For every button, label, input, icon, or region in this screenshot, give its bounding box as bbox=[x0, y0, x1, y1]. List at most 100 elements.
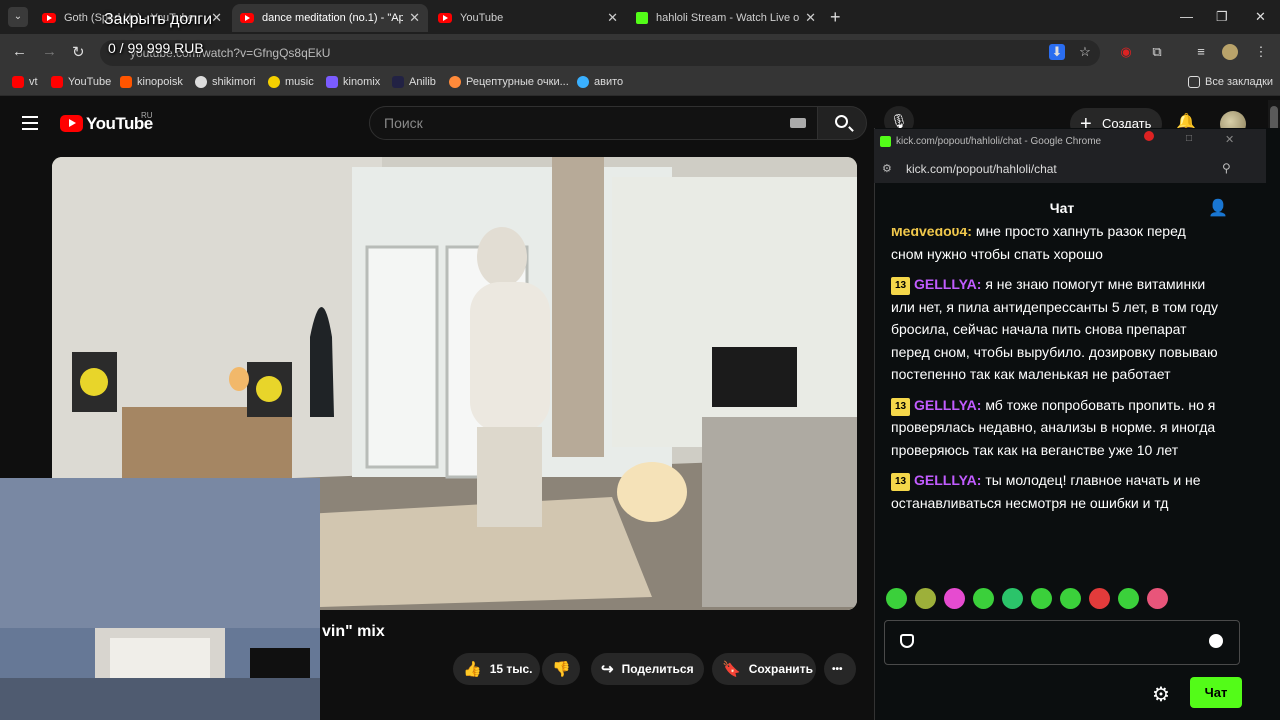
debt-goal-value: 0 / 99 999 RUB bbox=[108, 40, 204, 56]
bookmark-avito[interactable]: авито bbox=[577, 76, 623, 88]
search-icon bbox=[835, 115, 848, 128]
site-info-icon[interactable]: ⚙ bbox=[882, 162, 892, 175]
back-icon[interactable]: ← bbox=[12, 43, 27, 60]
bookmark-vt[interactable]: vt bbox=[12, 76, 38, 88]
extensions-icon[interactable]: ⧉ bbox=[1149, 44, 1165, 60]
emote-icon[interactable] bbox=[1147, 588, 1168, 609]
bookmark-glasses[interactable]: Рецептурные очки... bbox=[449, 76, 569, 88]
bookmark-music[interactable]: music bbox=[268, 76, 314, 88]
forward-icon[interactable]: → bbox=[42, 43, 57, 60]
emoji-picker-icon[interactable] bbox=[1209, 634, 1223, 648]
tab-title: dance meditation (no.1) - "Aphrodite" bbox=[262, 12, 404, 24]
subscriber-badge: 13 bbox=[891, 277, 910, 295]
bookmark-anilib[interactable]: Anilib bbox=[392, 76, 436, 88]
menu-hamburger-icon[interactable] bbox=[22, 116, 38, 130]
emote-icon[interactable] bbox=[1060, 588, 1081, 609]
save-button[interactable]: 🔖 Сохранить bbox=[712, 653, 816, 685]
tab-kick-stream[interactable]: hahloli Stream - Watch Live on Kick ✕ bbox=[628, 4, 824, 32]
chat-username[interactable]: Medvedo04: bbox=[891, 228, 972, 239]
popout-close-icon[interactable]: ✕ bbox=[1225, 133, 1234, 146]
glasses-shop-icon bbox=[449, 76, 461, 88]
folder-icon bbox=[1188, 76, 1200, 88]
extension-record-icon[interactable]: ◉ bbox=[1118, 44, 1134, 60]
subscriber-badge: 13 bbox=[891, 397, 910, 416]
popout-maximize-icon[interactable]: □ bbox=[1186, 133, 1192, 144]
shield-icon[interactable] bbox=[900, 634, 914, 648]
youtube-icon bbox=[240, 13, 254, 23]
all-bookmarks[interactable]: Все закладки bbox=[1188, 76, 1273, 88]
close-window-icon[interactable]: ✕ bbox=[1255, 9, 1266, 25]
thumbs-down-icon: 👎 bbox=[552, 661, 571, 678]
bookmark-kinomix[interactable]: kinomix bbox=[326, 76, 380, 88]
tab-title: YouTube bbox=[460, 12, 504, 24]
emote-icon[interactable] bbox=[1002, 588, 1023, 609]
keyboard-icon[interactable] bbox=[790, 118, 806, 128]
menu-icon[interactable]: ⋮ bbox=[1253, 44, 1269, 60]
close-tab-icon[interactable]: ✕ bbox=[211, 10, 222, 26]
search-input[interactable]: Поиск bbox=[369, 106, 818, 140]
bookmark-kinopoisk[interactable]: kinopoisk bbox=[120, 76, 183, 88]
debt-goal-title: Закрыть долги bbox=[104, 11, 213, 28]
chat-message: 13 GELLLYA: ты молодец! главное начать и … bbox=[875, 469, 1235, 514]
shikimori-icon bbox=[195, 76, 207, 88]
chat-message-input[interactable] bbox=[884, 620, 1240, 665]
tab-search-dropdown[interactable]: ⌄ bbox=[8, 7, 28, 27]
emote-icon[interactable] bbox=[1118, 588, 1139, 609]
bookmarks-bar bbox=[0, 70, 1280, 96]
tab-dance-meditation[interactable]: dance meditation (no.1) - "Aphrodite" ✕ bbox=[232, 4, 428, 32]
youtube-icon bbox=[438, 13, 452, 23]
more-actions-button[interactable]: ••• bbox=[824, 653, 856, 685]
search-button[interactable] bbox=[817, 106, 867, 140]
bookmark-shikimori[interactable]: shikimori bbox=[195, 76, 255, 88]
emote-icon[interactable] bbox=[944, 588, 965, 609]
media-control-icon[interactable]: ≡ bbox=[1193, 44, 1209, 60]
emote-icon[interactable] bbox=[1031, 588, 1052, 609]
kick-icon bbox=[636, 12, 648, 24]
reload-icon[interactable]: ↻ bbox=[72, 43, 85, 61]
chat-username[interactable]: GELLLYA: bbox=[914, 472, 981, 488]
recording-indicator-icon bbox=[1144, 131, 1154, 141]
emote-icon[interactable] bbox=[973, 588, 994, 609]
share-button[interactable]: ↪ Поделиться bbox=[591, 653, 704, 685]
bookmark-youtube[interactable]: YouTube bbox=[51, 76, 111, 88]
chat-username[interactable]: GELLLYA: bbox=[914, 397, 981, 413]
popout-url-bar: kick.com/popout/hahloli/chat bbox=[874, 155, 1266, 183]
close-tab-icon[interactable]: ✕ bbox=[607, 10, 618, 26]
bookmark-icon: 🔖 bbox=[722, 661, 741, 678]
emote-icon[interactable] bbox=[886, 588, 907, 609]
chat-message: Medvedo04: мне просто хапнуть разок пере… bbox=[875, 228, 1235, 265]
quick-emotes-row bbox=[886, 588, 1186, 612]
play-icon bbox=[326, 76, 338, 88]
profile-avatar[interactable] bbox=[1222, 44, 1238, 60]
maximize-icon[interactable]: ❐ bbox=[1216, 9, 1228, 25]
chat-header-title: Чат bbox=[1049, 200, 1075, 216]
close-tab-icon[interactable]: ✕ bbox=[409, 10, 420, 26]
video-title: vin" mix bbox=[322, 623, 385, 640]
chat-users-icon[interactable]: 👤 bbox=[1208, 198, 1228, 218]
new-tab-button[interactable]: + bbox=[830, 7, 841, 28]
install-app-icon[interactable]: ⬇ bbox=[1049, 44, 1065, 60]
close-tab-icon[interactable]: ✕ bbox=[805, 10, 816, 26]
emote-icon[interactable] bbox=[915, 588, 936, 609]
kick-icon bbox=[880, 136, 891, 147]
chat-settings-gear-icon[interactable]: ⚙ bbox=[1152, 682, 1170, 707]
tab-youtube[interactable]: YouTube ✕ bbox=[430, 4, 626, 32]
zoom-icon[interactable]: ⚲ bbox=[1222, 161, 1231, 175]
youtube-icon bbox=[12, 76, 24, 88]
sun-icon bbox=[268, 76, 280, 88]
like-button[interactable]: 👍 15 тыс. bbox=[453, 653, 540, 685]
address-bar[interactable]: youtube.com/watch?v=GfngQs8qEkU bbox=[100, 40, 1100, 66]
chat-messages: Medvedo04: мне просто хапнуть разок пере… bbox=[875, 228, 1235, 568]
emote-icon[interactable] bbox=[1089, 588, 1110, 609]
region-label: RU bbox=[141, 111, 153, 120]
chat-username[interactable]: GELLLYA: bbox=[914, 276, 981, 292]
share-arrow-icon: ↪ bbox=[601, 661, 614, 678]
youtube-logo-icon[interactable] bbox=[60, 115, 83, 132]
chat-message: 13 GELLLYA: я не знаю помогут мне витамин… bbox=[875, 273, 1235, 386]
youtube-icon bbox=[51, 76, 63, 88]
bookmark-star-icon[interactable]: ☆ bbox=[1077, 44, 1093, 60]
dislike-button[interactable]: 👎 bbox=[542, 653, 580, 685]
chat-send-button[interactable]: Чат bbox=[1190, 677, 1242, 708]
minimize-icon[interactable]: — bbox=[1180, 9, 1193, 24]
tab-title: hahloli Stream - Watch Live on Kick bbox=[656, 12, 800, 24]
